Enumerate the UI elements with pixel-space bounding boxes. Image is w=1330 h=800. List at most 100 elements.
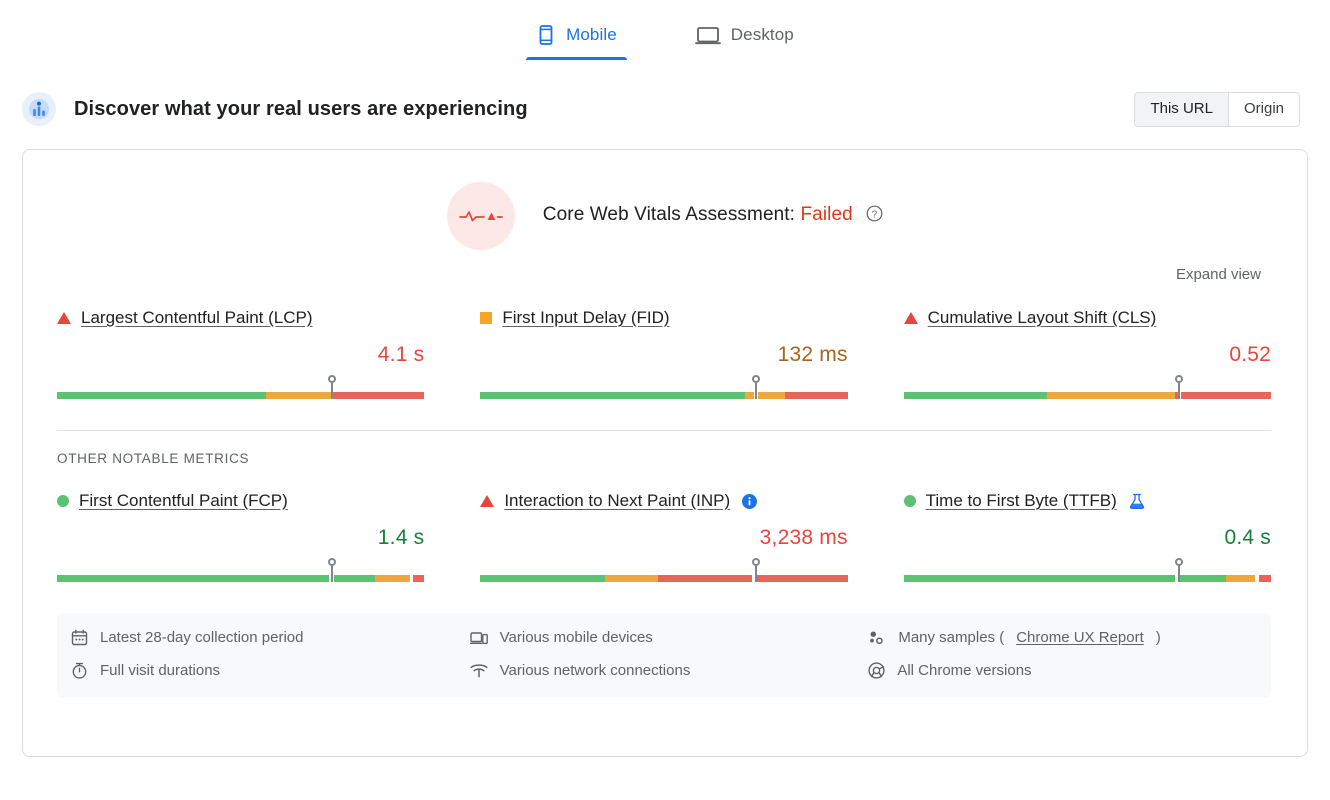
metric-distribution-bar	[57, 558, 425, 583]
experimental-flask-icon[interactable]	[1129, 493, 1145, 510]
collection-info-text: Latest 28-day collection period	[100, 629, 304, 646]
bar-segment-green	[903, 575, 1176, 582]
collection-info-row: Many samples (Chrome UX Report)	[868, 629, 1257, 646]
bar-segment-red	[755, 575, 848, 582]
samples-icon	[868, 630, 886, 646]
chrome-ux-report-link[interactable]: Chrome UX Report	[1016, 629, 1144, 646]
metric-value: 3,238 ms	[759, 526, 848, 549]
tab-mobile[interactable]: Mobile	[526, 18, 627, 60]
svg-text:?: ?	[872, 209, 878, 220]
bar-segment-red	[332, 392, 425, 399]
metric-header: Interaction to Next Paint (INP)	[480, 488, 847, 514]
tab-mobile-label: Mobile	[566, 25, 617, 44]
metric-value: 0.52	[1229, 343, 1271, 366]
bar-segment-green	[334, 575, 375, 582]
bar-segment-red	[412, 575, 425, 582]
metric-name-link[interactable]: Interaction to Next Paint (INP)	[504, 491, 730, 511]
scope-toggle: This URL Origin	[1134, 91, 1300, 127]
collection-info-panel: Latest 28-day collection period Full visi…	[57, 613, 1271, 697]
collection-info-row: Various network connections	[470, 662, 859, 679]
square-icon	[480, 312, 493, 324]
metric-value: 132 ms	[777, 343, 848, 366]
metric-card: Cumulative Layout Shift (CLS) 0.52	[903, 305, 1271, 400]
assessment-text: Core Web Vitals Assessment: Failed ?	[543, 204, 883, 228]
collection-info-text: Full visit durations	[100, 662, 221, 679]
bar-segment-amber	[1046, 392, 1176, 399]
info-badge-icon[interactable]	[742, 493, 758, 509]
bar-segment-green	[57, 575, 329, 582]
collection-info-row: Latest 28-day collection period	[71, 629, 460, 646]
bar-segment-green	[1179, 575, 1226, 582]
other-metrics-grid: First Contentful Paint (FCP) 1.4 s Interac…	[23, 466, 1307, 583]
assessment-status: Failed	[800, 204, 853, 225]
metric-name-link[interactable]: First Contentful Paint (FCP)	[79, 491, 288, 511]
metric-distribution-bar	[57, 375, 425, 400]
devices-icon	[469, 630, 488, 646]
bar-segment-green	[57, 392, 267, 399]
metric-name-link[interactable]: First Input Delay (FID)	[502, 308, 669, 328]
marker-head	[1175, 558, 1184, 566]
bar-segment-green	[480, 392, 745, 399]
bar-segment-red	[1181, 392, 1271, 399]
scope-this-url-button[interactable]: This URL	[1135, 92, 1228, 126]
collection-info-text: All Chrome versions	[897, 662, 1032, 679]
collection-info-column: Many samples (Chrome UX Report) All Chrom…	[868, 629, 1257, 679]
core-metrics-grid: Largest Contentful Paint (LCP) 4.1 s First…	[23, 283, 1307, 400]
metric-name-link[interactable]: Largest Contentful Paint (LCP)	[81, 308, 313, 328]
bar-segment-green	[480, 575, 606, 582]
collection-info-text: Various network connections	[499, 662, 691, 679]
expand-view-button[interactable]: Expand view	[1176, 266, 1261, 283]
metric-distribution-bar	[480, 375, 848, 400]
metric-header: Cumulative Layout Shift (CLS)	[903, 305, 1271, 331]
marker-stem	[754, 565, 757, 582]
metric-header: Time to First Byte (TTFB)	[903, 488, 1271, 514]
field-data-icon	[22, 92, 56, 126]
tab-desktop-label: Desktop	[730, 25, 794, 44]
marker-stem	[331, 382, 334, 399]
metric-card: First Contentful Paint (FCP) 1.4 s	[57, 488, 425, 583]
bar-segment-green	[903, 392, 1047, 399]
form-factor-tabs: Mobile Desktop	[0, 0, 1330, 60]
circle-icon	[57, 495, 69, 507]
metric-card: Time to First Byte (TTFB) 0.4 s	[903, 488, 1271, 583]
triangle-icon	[57, 312, 71, 324]
mobile-icon	[536, 24, 556, 46]
bar-segment-amber	[1225, 575, 1256, 582]
scope-origin-button[interactable]: Origin	[1227, 92, 1299, 126]
collection-info-text: Various mobile devices	[499, 629, 653, 646]
tab-desktop[interactable]: Desktop	[685, 18, 804, 60]
page-title: Discover what your real users are experi…	[74, 97, 528, 120]
metric-value: 0.4 s	[1224, 526, 1271, 549]
triangle-icon	[480, 495, 495, 507]
collection-info-column: Various mobile devices Various network co…	[469, 629, 859, 679]
bar-segment-amber	[605, 575, 659, 582]
other-metrics-label: OTHER NOTABLE METRICS	[57, 451, 250, 466]
bar-segment-red	[785, 392, 848, 399]
metric-card: Interaction to Next Paint (INP) 3,238 ms	[480, 488, 848, 583]
bar-segment-amber	[374, 575, 410, 582]
desktop-icon	[694, 24, 721, 46]
marker-stem	[1178, 382, 1181, 399]
triangle-icon	[903, 312, 918, 324]
collection-info-column: Latest 28-day collection period Full visi…	[71, 629, 460, 679]
metric-header: First Input Delay (FID)	[480, 305, 847, 331]
help-circle-icon[interactable]: ?	[866, 205, 883, 227]
bar-segment-amber	[757, 392, 786, 399]
calendar-icon	[71, 629, 88, 646]
bar-segment-amber	[266, 392, 333, 399]
core-web-vitals-card: Core Web Vitals Assessment: Failed ? Exp…	[22, 149, 1308, 757]
chrome-icon	[868, 662, 885, 679]
metric-card: Largest Contentful Paint (LCP) 4.1 s	[57, 305, 425, 400]
metric-name-link[interactable]: Cumulative Layout Shift (CLS)	[928, 308, 1157, 328]
metric-distribution-bar	[903, 375, 1271, 400]
collection-info-row: Various mobile devices	[469, 629, 859, 646]
circle-icon	[903, 495, 916, 507]
pagespeed-field-data-panel: Mobile Desktop Discover what your real u…	[0, 0, 1330, 800]
stopwatch-icon	[71, 662, 88, 679]
collection-info-text: Many samples (	[898, 629, 1005, 646]
metric-name-link[interactable]: Time to First Byte (TTFB)	[926, 491, 1117, 511]
marker-head	[1175, 375, 1184, 383]
collection-info-row: All Chrome versions	[868, 662, 1257, 679]
metric-header: First Contentful Paint (FCP)	[57, 488, 424, 514]
collection-info-row: Full visit durations	[71, 662, 460, 679]
